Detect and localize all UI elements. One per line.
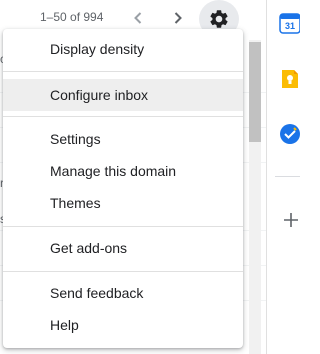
chevron-left-icon — [134, 12, 142, 24]
tasks-icon — [280, 124, 300, 144]
chevron-right-icon — [174, 12, 182, 24]
menu-item-send-feedback[interactable]: Send feedback — [3, 277, 243, 309]
menu-separator — [3, 71, 243, 72]
menu-item-help[interactable]: Help — [3, 309, 243, 341]
menu-item-themes[interactable]: Themes — [3, 187, 243, 219]
calendar-day-number: 31 — [285, 21, 295, 31]
menu-separator — [3, 226, 243, 227]
menu-item-configure-inbox[interactable]: Configure inbox — [3, 79, 243, 111]
get-addons-button[interactable] — [281, 210, 300, 230]
menu-item-manage-domain[interactable]: Manage this domain — [3, 155, 243, 187]
pagination-text: 1–50 of 994 — [40, 10, 104, 24]
keep-app-button[interactable] — [279, 68, 300, 90]
side-panel: 31 — [267, 0, 300, 354]
menu-item-settings[interactable]: Settings — [3, 123, 243, 155]
menu-separator — [3, 116, 243, 117]
add-icon — [284, 213, 298, 227]
menu-separator — [3, 271, 243, 272]
calendar-icon: 31 — [279, 13, 300, 34]
calendar-app-button[interactable]: 31 — [279, 12, 300, 34]
menu-item-get-addons[interactable]: Get add-ons — [3, 232, 243, 264]
gmail-screen: 1–50 of 994 c r s — [0, 0, 300, 354]
settings-menu: Display density Configure inbox Settings… — [3, 29, 243, 348]
newer-button[interactable] — [166, 6, 190, 30]
scrollbar-thumb[interactable] — [249, 42, 261, 142]
keep-icon — [282, 70, 298, 88]
side-panel-separator — [275, 176, 300, 177]
scrollbar[interactable] — [249, 40, 261, 354]
menu-item-display-density[interactable]: Display density — [3, 33, 243, 65]
gear-icon — [210, 10, 228, 28]
older-button[interactable] — [126, 6, 150, 30]
tasks-app-button[interactable] — [279, 123, 300, 145]
